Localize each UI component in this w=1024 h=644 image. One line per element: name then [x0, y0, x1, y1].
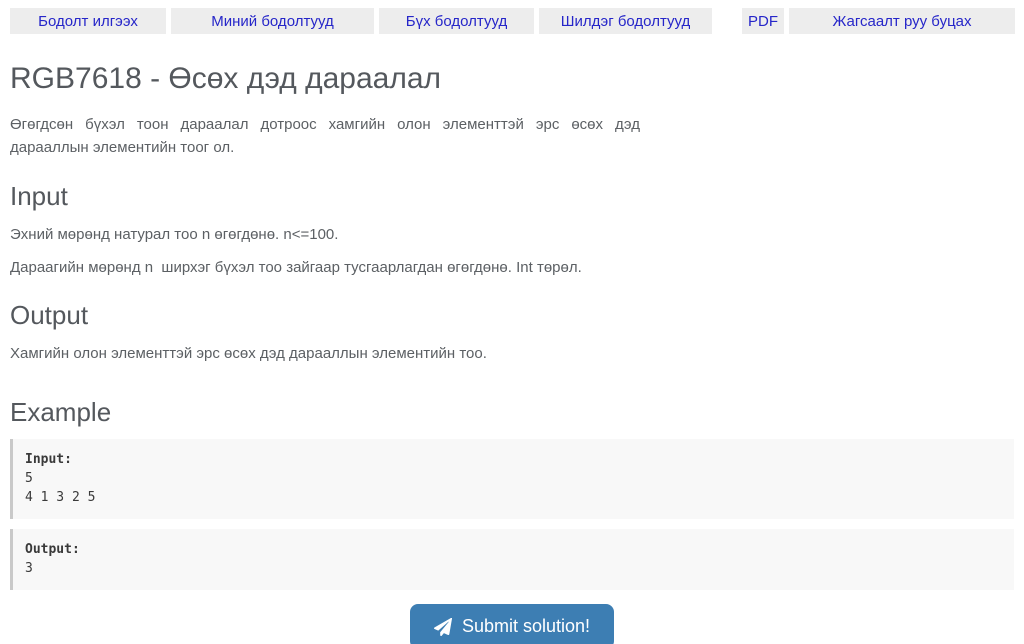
problem-statement: RGB7618 - Өсөх дэд дараалал Өгөгдсөн бүх… — [0, 60, 1024, 644]
nav-submit-solution[interactable]: Бодолт илгээх — [10, 8, 166, 34]
example-output-block: Output: 3 — [10, 529, 1014, 590]
input-paragraph-2: Дараагийн мөрөнд n ширхэг бүхэл тоо зайг… — [10, 257, 1014, 278]
example-input-block: Input: 5 4 1 3 2 5 — [10, 439, 1014, 519]
submit-solution-button[interactable]: Submit solution! — [410, 604, 614, 644]
nav-pdf[interactable]: PDF — [742, 8, 784, 34]
example-input-line: 5 — [25, 469, 1002, 488]
input-paragraph-1: Эхний мөрөнд натурал тоо n өгөгдөнө. n<=… — [10, 224, 1014, 245]
input-heading: Input — [10, 180, 1014, 212]
example-input-label: Input: — [25, 450, 1002, 469]
output-heading: Output — [10, 299, 1014, 331]
paper-plane-icon — [434, 618, 452, 636]
example-input-line: 4 1 3 2 5 — [25, 488, 1002, 507]
example-output-line: 3 — [25, 559, 1002, 578]
nav-my-submissions[interactable]: Миний бодолтууд — [171, 8, 374, 34]
nav-all-submissions[interactable]: Бүх бодолтууд — [379, 8, 534, 34]
toolbar: Бодолт илгээх Миний бодолтууд Бүх бодолт… — [10, 8, 1014, 34]
output-paragraph: Хамгийн олон элементтэй эрс өсөх дэд дар… — [10, 343, 1014, 364]
nav-best-submissions[interactable]: Шилдэг бодолтууд — [539, 8, 712, 34]
page-title: RGB7618 - Өсөх дэд дараалал — [10, 60, 1014, 98]
example-output-label: Output: — [25, 540, 1002, 559]
example-heading: Example — [10, 396, 1014, 428]
problem-description: Өгөгдсөн бүхэл тоон дараалал дотроос хам… — [10, 113, 640, 159]
submit-row: Submit solution! — [10, 604, 1014, 644]
submit-button-label: Submit solution! — [462, 616, 590, 637]
nav-back-to-list[interactable]: Жагсаалт руу буцах — [789, 8, 1015, 34]
